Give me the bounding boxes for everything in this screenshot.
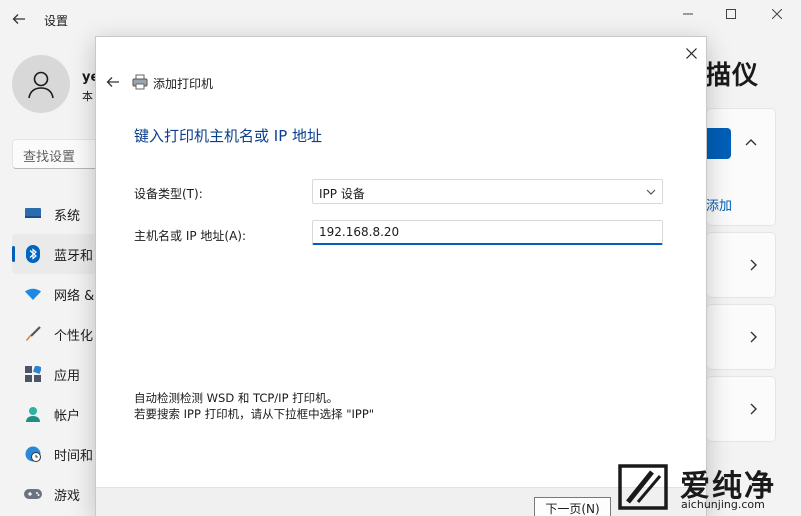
person-icon: [28, 71, 54, 99]
user-profile[interactable]: ye 本: [12, 55, 99, 113]
dialog-close-button[interactable]: [680, 42, 702, 64]
wifi-icon: [24, 285, 42, 303]
settings-title: 设置: [44, 14, 69, 28]
watermark-logo-icon: [618, 464, 668, 510]
nav-label: 蓝牙和: [54, 248, 94, 264]
user-subtitle: 本: [82, 90, 93, 103]
search-placeholder: 查找设置: [23, 150, 76, 165]
add-manually-link[interactable]: 添加: [706, 195, 732, 214]
globe-clock-icon: [24, 445, 42, 463]
monitor-icon: [24, 205, 42, 223]
chevron-right-icon: [750, 259, 757, 271]
note-line-1: 自动检测检测 WSD 和 TCP/IP 打印机。: [134, 391, 339, 405]
host-label: 主机名或 IP 地址(A):: [134, 229, 247, 243]
dialog-back-button[interactable]: [104, 73, 122, 91]
maximize-button[interactable]: [713, 4, 749, 24]
settings-titlebar: 设置: [0, 0, 801, 40]
dialog-title: 添加打印机: [153, 77, 214, 91]
nav-label: 游戏: [54, 488, 81, 504]
nav-label: 系统: [54, 208, 81, 224]
nav-label: 时间和: [54, 448, 94, 464]
close-icon: [685, 47, 697, 59]
host-input[interactable]: [312, 220, 663, 245]
window-close-button[interactable]: [759, 4, 795, 24]
maximize-icon: [726, 9, 736, 19]
device-type-value: IPP 设备: [319, 187, 365, 201]
device-row[interactable]: [706, 232, 776, 298]
device-row[interactable]: [706, 376, 776, 442]
chevron-right-icon: [750, 331, 757, 343]
arrow-left-icon: [12, 14, 25, 24]
watermark: 爱纯净 aichunjing.com: [610, 458, 801, 516]
arrow-left-icon: [106, 77, 119, 87]
apps-icon: [24, 365, 42, 383]
close-icon: [772, 9, 782, 19]
minimize-icon: [683, 13, 693, 15]
avatar: [12, 55, 70, 113]
add-printer-dialog: 添加打印机 键入打印机主机名或 IP 地址 设备类型(T): IPP 设备 主机…: [95, 36, 707, 516]
nav-label: 应用: [54, 368, 81, 384]
chevron-down-icon: [646, 189, 656, 195]
settings-back-button[interactable]: [8, 8, 30, 30]
nav-label: 帐户: [54, 408, 81, 424]
add-device-button[interactable]: [706, 128, 731, 159]
printer-icon: [132, 74, 148, 90]
dialog-heading: 键入打印机主机名或 IP 地址: [134, 127, 323, 145]
chevron-up-icon[interactable]: [742, 133, 760, 151]
brush-icon: [24, 325, 42, 343]
minimize-button[interactable]: [670, 4, 706, 24]
page-title: 描仪: [705, 61, 760, 91]
note-line-2: 若要搜索 IPP 打印机，请从下拉框中选择 "IPP": [134, 407, 375, 421]
next-button[interactable]: 下一页(N): [534, 497, 611, 516]
person-icon: [24, 405, 42, 423]
bluetooth-icon: [24, 245, 42, 263]
watermark-url: aichunjing.com: [681, 498, 765, 511]
chevron-right-icon: [750, 403, 757, 415]
device-type-label: 设备类型(T):: [134, 187, 203, 201]
device-row[interactable]: [706, 304, 776, 370]
device-type-select[interactable]: IPP 设备: [312, 179, 663, 204]
nav-label: 个性化: [54, 328, 94, 344]
nav-label: 网络 &: [54, 288, 95, 304]
gamepad-icon: [24, 485, 42, 503]
